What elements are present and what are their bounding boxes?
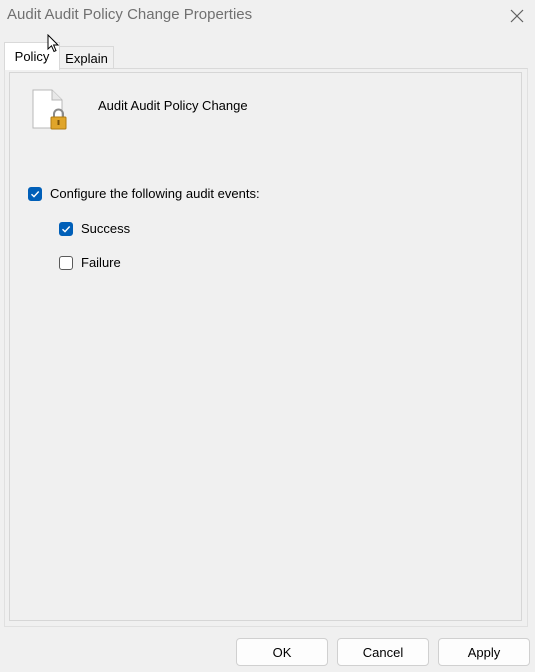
tab-explain[interactable]: Explain [60,46,114,70]
success-option[interactable]: Success [59,221,130,236]
failure-label: Failure [81,255,121,270]
configure-audit-events-checkbox[interactable] [28,186,42,201]
policy-name: Audit Audit Policy Change [98,98,248,113]
tab-policy-label: Policy [14,49,50,64]
configure-audit-events-label: Configure the following audit events: [50,186,260,201]
policy-tab-content [9,72,522,621]
policy-tab-panel [4,68,528,627]
document-lock-icon [32,89,67,130]
apply-button[interactable]: Apply [438,638,530,666]
close-button[interactable] [499,0,535,32]
properties-dialog: Audit Audit Policy Change Properties Pol… [0,0,535,672]
ok-button[interactable]: OK [236,638,328,666]
configure-audit-events-option[interactable]: Configure the following audit events: [28,186,260,201]
failure-option[interactable]: Failure [59,255,121,270]
title-bar: Audit Audit Policy Change Properties [0,0,535,32]
close-icon [510,9,524,23]
success-label: Success [81,221,131,236]
success-checkbox[interactable] [59,221,73,236]
tab-explain-label: Explain [65,51,108,66]
checkmark-icon [31,190,40,198]
mouse-pointer-icon [47,34,60,53]
failure-checkbox[interactable] [59,255,73,270]
checkmark-icon [62,225,71,233]
cancel-button[interactable]: Cancel [337,638,429,666]
window-title: Audit Audit Policy Change Properties [7,6,253,23]
